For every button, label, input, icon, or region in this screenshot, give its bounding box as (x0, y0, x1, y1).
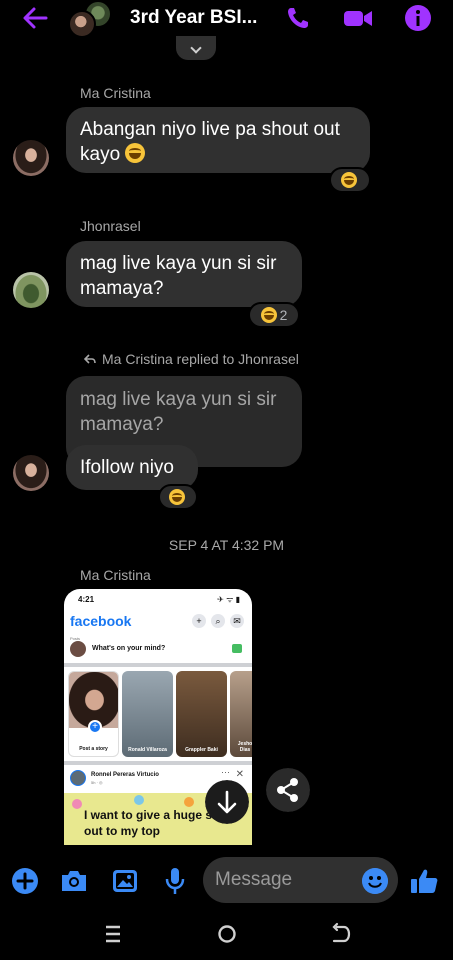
message-field[interactable] (203, 857, 398, 903)
message-bubble[interactable]: mag live kaya yun si sir mamaya? (66, 241, 302, 307)
grinning-squint-emoji-icon (260, 307, 277, 323)
thumbs-up-icon[interactable] (408, 866, 440, 896)
member-avatar (68, 10, 96, 38)
reaction-badge[interactable] (329, 167, 371, 193)
story-caption: Grappler Baki (185, 747, 218, 753)
info-icon[interactable] (404, 4, 432, 32)
share-button[interactable] (266, 768, 310, 812)
avatar (70, 641, 86, 657)
conversation-header: 3rd Year BSI... (0, 0, 453, 38)
sender-name: Jhonrasel (80, 218, 141, 234)
video-camera-icon[interactable] (342, 4, 374, 32)
system-navigation-bar (0, 906, 453, 960)
message-text: mag live kaya yun si sir mamaya? (80, 253, 277, 299)
story-caption: Jesho Dias (237, 741, 252, 753)
message-text: Abangan niyo live pa shout out kayo (80, 119, 340, 165)
group-avatar[interactable] (68, 0, 116, 40)
facebook-logo: facebook (70, 613, 132, 629)
avatar[interactable] (13, 272, 49, 308)
recents-icon[interactable] (101, 922, 125, 946)
gallery-icon[interactable] (110, 866, 140, 896)
emoji-icon[interactable] (362, 868, 388, 894)
plus-icon: + (192, 614, 206, 628)
avatar[interactable] (13, 455, 49, 491)
divider (64, 663, 252, 667)
avatar[interactable] (13, 140, 49, 176)
close-icon: ✕ (235, 769, 244, 780)
date-divider: SEP 4 AT 4:32 PM (168, 537, 285, 553)
post-author: Ronnel Pereras Virtucio (91, 772, 159, 778)
plus-icon: + (88, 720, 102, 734)
reaction-count: 2 (279, 307, 288, 323)
conversation-title[interactable]: 3rd Year BSI... (130, 7, 257, 29)
story-card: Jesho Dias (230, 671, 252, 757)
plus-icon[interactable] (10, 866, 40, 896)
phone-icon[interactable] (284, 4, 312, 32)
nav-back-icon[interactable] (329, 922, 353, 946)
reply-label: Ma Cristina replied to Jhonrasel (102, 351, 299, 367)
message-input[interactable] (215, 865, 355, 895)
status-time: 4:21 (78, 595, 95, 604)
microphone-icon[interactable] (160, 866, 190, 896)
avatar (70, 770, 86, 786)
status-prompt: What's on your mind? (92, 645, 166, 652)
reply-indicator: Ma Cristina replied to Jhonrasel (84, 351, 299, 367)
reaction-badge[interactable]: 2 (248, 302, 300, 328)
quoted-text: mag live kaya yun si sir mamaya? (80, 389, 277, 435)
message-text: Ifollow niyo (80, 457, 174, 478)
grinning-squint-emoji-icon (125, 143, 146, 163)
messenger-icon: ✉ (230, 614, 244, 628)
reaction-badge[interactable] (158, 484, 198, 510)
divider (64, 761, 252, 765)
sender-name: Ma Cristina (80, 567, 151, 583)
message-composer (0, 856, 453, 906)
more-icon: ··· (221, 767, 230, 777)
scroll-down-button[interactable] (205, 780, 249, 824)
grinning-squint-emoji-icon (340, 172, 357, 188)
post-meta: 5h · ◎ (91, 780, 103, 785)
grinning-squint-emoji-icon (168, 489, 185, 505)
story-card: + Post a story (68, 671, 119, 757)
search-icon: ⌕ (211, 614, 225, 628)
status-icons: ✈ ᯤ ▮ (217, 595, 240, 604)
scroll-up-indicator[interactable] (176, 36, 216, 60)
arrow-left-icon[interactable] (20, 4, 50, 32)
story-caption: Post a story (79, 746, 108, 752)
story-card: Ronald Villaroza (122, 671, 173, 757)
camera-icon[interactable] (59, 866, 89, 896)
photo-icon (232, 644, 242, 653)
home-icon[interactable] (215, 922, 239, 946)
story-caption: Ronald Villaroza (128, 747, 167, 753)
reply-icon (84, 354, 96, 364)
story-card: Grappler Baki (176, 671, 227, 757)
sender-name: Ma Cristina (80, 85, 151, 101)
message-bubble[interactable]: Abangan niyo live pa shout out kayo (66, 107, 370, 173)
